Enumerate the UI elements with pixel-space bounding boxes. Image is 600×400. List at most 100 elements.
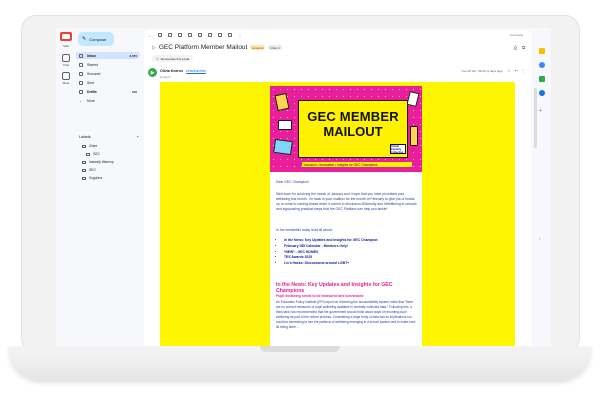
pupil-wellbeing-heading: Pupil wellbeing needs to be measured and… — [276, 294, 364, 298]
gmail-logo-icon[interactable] — [60, 32, 72, 41]
message-panel: ← ⋮ 3 of many ▷ GEC Platform Member Mail… — [144, 30, 531, 346]
rail-chat[interactable]: Chat — [56, 54, 76, 67]
side-panel: + › — [533, 28, 551, 346]
gec-logo: Global Equality Collective — [390, 144, 406, 154]
calendar-icon[interactable] — [539, 48, 545, 54]
sidebar-item-sent[interactable]: Sent — [76, 79, 140, 86]
star-icon — [79, 62, 83, 67]
newsletter-banner: GEC MEMBER MAILOUT Inclusion • Innovatio… — [270, 86, 422, 172]
newsletter-topics: In the News: Key Updates and Insights fo… — [284, 238, 416, 267]
snooze-icon[interactable] — [198, 33, 202, 37]
rail-meet[interactable]: Meet — [56, 72, 76, 85]
expand-panel-icon[interactable]: › — [539, 236, 545, 242]
message-toolbar: ← ⋮ 3 of many — [144, 30, 531, 40]
chat-icon — [62, 54, 70, 62]
avatar-glyph: ▶ — [150, 69, 155, 76]
unsubscribe-link[interactable]: Unsubscribe — [186, 69, 206, 73]
add-task-icon[interactable] — [208, 33, 212, 37]
report-spam-icon[interactable] — [168, 33, 172, 37]
label-item-instantly-warmup[interactable]: Instantly Warmup — [82, 160, 114, 164]
pupil-wellbeing-body: An Education Policy Institute (EPI) repo… — [276, 300, 416, 329]
compose-label: Compose — [89, 36, 107, 42]
labels-title: Labels — [79, 134, 91, 139]
label-name: Suppliers — [89, 176, 103, 180]
sparkle-icon: ✦ — [156, 56, 159, 61]
draft-icon — [79, 89, 83, 94]
forward-arrow-icon: ▷ — [152, 44, 156, 51]
sidebar-item-more[interactable]: ⌄ More — [76, 97, 140, 104]
label-icon — [86, 152, 90, 156]
summarise-button[interactable]: ✦ Summarise this email — [152, 55, 194, 62]
app-rail: Mail Chat Meet — [56, 28, 76, 346]
mark-unread-icon[interactable] — [188, 33, 192, 37]
print-icon[interactable]: ⎙ — [514, 45, 517, 50]
label-item-suppliers[interactable]: Suppliers — [82, 176, 102, 180]
label-icon — [82, 144, 86, 148]
rail-meet-label: Meet — [62, 81, 70, 85]
label-icon — [82, 176, 86, 180]
email-intro: Well done for surviving the month of Jan… — [276, 192, 417, 212]
label-item-client[interactable]: Client — [82, 144, 97, 148]
contacts-icon[interactable] — [539, 90, 545, 96]
label-name: GEC — [93, 152, 100, 156]
subject-text: GEC Platform Member Mailout — [158, 44, 248, 51]
sidebar-item-snoozed[interactable]: Snoozed — [76, 70, 140, 77]
external-badge: External — [250, 45, 266, 50]
sidebar-item-label: Snoozed — [87, 71, 101, 76]
label-icon — [82, 168, 86, 172]
add-label-button[interactable]: + — [137, 134, 139, 139]
banner-tagline: Inclusion • Innovation • Insights for GE… — [302, 162, 412, 167]
label-item-seo[interactable]: SEO — [82, 168, 96, 172]
pagination-text: 3 of many — [509, 33, 523, 37]
label-name: Instantly Warmup — [89, 160, 114, 164]
more-options-icon[interactable]: ⋮ — [238, 33, 242, 38]
label-as-icon[interactable] — [228, 33, 232, 37]
recipient-details-toggle[interactable]: to me ▾ — [160, 75, 170, 79]
meet-icon — [62, 72, 70, 80]
star-message-icon[interactable]: ☆ — [507, 68, 511, 73]
sidebar-item-label: More — [87, 98, 95, 103]
sidebar-item-starred[interactable]: Starred — [76, 61, 140, 68]
compose-button[interactable]: ✎ Compose — [78, 32, 114, 46]
list-item: Liv's Hacks: Discussions around LGBT+ — [284, 261, 416, 267]
send-icon — [79, 80, 83, 85]
label-name: Client — [89, 144, 98, 148]
message-more-icon[interactable]: ⋮ — [521, 68, 525, 73]
tasks-icon[interactable] — [539, 76, 545, 82]
sidebar-item-count: 100 — [131, 89, 137, 94]
labels-heading: Labels + — [79, 134, 139, 139]
reply-icon[interactable]: ↩ — [515, 68, 518, 73]
sidebar-item-count: 3,070 — [129, 53, 137, 58]
inbox-icon — [79, 53, 83, 58]
sidebar-item-inbox[interactable]: Inbox 3,070 — [76, 52, 140, 59]
banner-title-line1: GEC MEMBER — [307, 109, 399, 124]
sender-line: Olivia Kearns Unsubscribe — [160, 69, 206, 73]
email-timestamp: Tue 28 Jan, 09:00 (4 days ago) — [461, 69, 503, 73]
label-item-gec[interactable]: GEC — [86, 152, 100, 156]
archive-icon[interactable] — [158, 33, 162, 37]
banner-title-line2: MAILOUT — [323, 124, 383, 139]
pencil-icon: ✎ — [82, 36, 87, 42]
keep-icon[interactable] — [539, 62, 545, 68]
label-name: SEO — [89, 168, 96, 172]
chevron-down-icon: ⌄ — [79, 98, 82, 103]
ruler-doodle-icon — [410, 126, 418, 146]
sender-name[interactable]: Olivia Kearns — [160, 69, 183, 73]
add-addon-icon[interactable]: + — [539, 108, 545, 114]
clock-icon — [79, 71, 83, 76]
rail-mail[interactable]: Mail — [56, 44, 76, 48]
book-doodle-icon — [278, 120, 292, 130]
rail-mail-label: Mail — [63, 44, 69, 48]
open-new-window-icon[interactable]: ⧉ — [522, 45, 525, 50]
news-heading: In the News: Key Updates and Insights fo… — [276, 282, 393, 294]
sender-avatar[interactable]: ▶ — [148, 68, 157, 77]
back-arrow-icon[interactable]: ← — [148, 33, 152, 38]
sidebar-item-drafts[interactable]: Drafts 100 — [76, 88, 140, 95]
delete-icon[interactable] — [178, 33, 182, 37]
gmail-screen: Mail Chat Meet ✎ Compose Inbox 3,070 Sta… — [56, 28, 551, 346]
sidebar-item-label: Starred — [87, 62, 99, 67]
sidebar: ✎ Compose Inbox 3,070 Starred Snoozed Se… — [76, 28, 142, 346]
move-to-icon[interactable] — [218, 33, 222, 37]
inbox-label-chip[interactable]: Inbox × — [268, 45, 283, 50]
label-icon — [82, 160, 86, 164]
